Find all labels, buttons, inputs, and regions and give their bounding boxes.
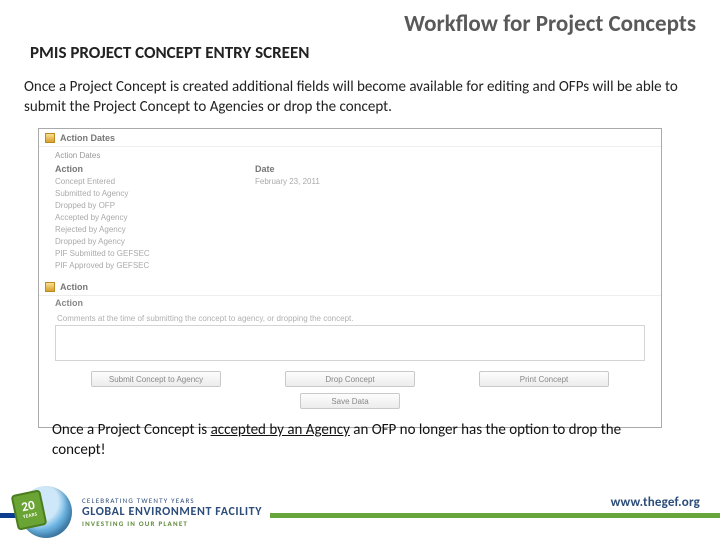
table-row: Accepted by Agency <box>55 212 645 224</box>
slide-footer: www.thegef.org 20 YEARS CELEBRATING TWEN… <box>0 480 720 540</box>
drop-concept-button[interactable]: Drop Concept <box>285 371 415 387</box>
action-label: Action <box>55 298 645 308</box>
slide-title: Workflow for Project Concepts <box>404 10 696 38</box>
panel-subheader: Action Dates <box>39 147 661 162</box>
button-row: Submit Concept to Agency Drop Concept Pr… <box>55 363 645 391</box>
intro-paragraph: Once a Project Concept is created additi… <box>24 78 696 117</box>
col-date: Date <box>255 164 275 174</box>
logo-text: CELEBRATING TWENTY YEARS GLOBAL ENVIRONM… <box>82 496 262 528</box>
table-row: Dropped by Agency <box>55 236 645 248</box>
folder-icon <box>45 282 55 292</box>
action-dates-rows: Concept EnteredFebruary 23, 2011 Submitt… <box>39 176 661 278</box>
anniversary-ribbon: 20 YEARS <box>11 489 48 530</box>
note-underline: accepted by an Agency <box>211 421 350 439</box>
panel-title: Action Dates <box>60 133 115 143</box>
button-row-2: Save Data <box>55 391 645 419</box>
save-data-button[interactable]: Save Data <box>300 393 400 409</box>
print-concept-button[interactable]: Print Concept <box>479 371 609 387</box>
panel-header-action-dates: Action Dates <box>39 129 661 147</box>
gef-logo: 20 YEARS CELEBRATING TWENTY YEARS GLOBAL… <box>20 486 270 538</box>
table-row: Dropped by OFP <box>55 200 645 212</box>
table-row: Submitted to Agency <box>55 188 645 200</box>
footer-note: Once a Project Concept is accepted by an… <box>52 420 672 461</box>
pmis-screenshot: Action Dates Action Dates Action Date Co… <box>38 128 662 428</box>
globe-icon: 20 YEARS <box>20 486 72 538</box>
table-row: PIF Approved by GEFSEC <box>55 260 645 272</box>
table-row: PIF Submitted to GEFSEC <box>55 248 645 260</box>
slide-subtitle: PMIS PROJECT CONCEPT ENTRY SCREEN <box>30 42 309 63</box>
table-header: Action Date <box>39 162 661 176</box>
panel-header-action: Action <box>39 278 661 296</box>
submit-concept-button[interactable]: Submit Concept to Agency <box>91 371 221 387</box>
table-row: Rejected by Agency <box>55 224 645 236</box>
footer-url: www.thegef.org <box>611 495 700 510</box>
panel-title: Action <box>60 282 88 292</box>
table-row: Concept EnteredFebruary 23, 2011 <box>55 176 645 188</box>
folder-icon <box>45 133 55 143</box>
comments-textarea[interactable] <box>55 325 645 361</box>
col-action: Action <box>55 164 255 174</box>
comments-hint: Comments at the time of submitting the c… <box>57 314 643 323</box>
action-panel-body: Action Comments at the time of submittin… <box>39 296 661 427</box>
